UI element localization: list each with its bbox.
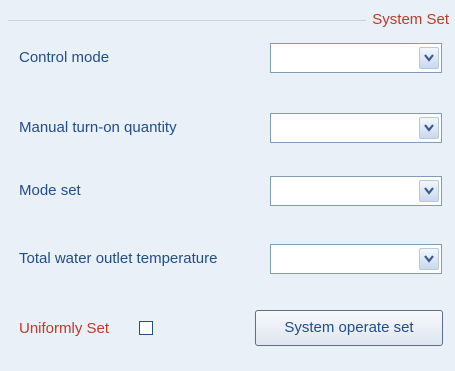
total-water-outlet-temperature-label: Total water outlet temperature: [19, 250, 218, 267]
chevron-down-icon[interactable]: [419, 47, 439, 69]
total-water-outlet-temperature-select[interactable]: [270, 244, 442, 274]
manual-turn-on-quantity-label: Manual turn-on quantity: [19, 119, 177, 136]
chevron-down-icon[interactable]: [419, 180, 439, 202]
uniformly-set-label: Uniformly Set: [19, 320, 110, 337]
manual-turn-on-quantity-select[interactable]: [270, 113, 442, 143]
group-title: System Set: [366, 10, 449, 30]
mode-set-label: Mode set: [19, 182, 81, 199]
chevron-down-icon[interactable]: [419, 117, 439, 139]
uniformly-set-checkbox[interactable]: [139, 321, 153, 335]
system-set-panel: System Set Control mode Manual turn-on q…: [0, 0, 455, 371]
system-operate-set-button[interactable]: System operate set: [255, 310, 443, 346]
mode-set-select[interactable]: [270, 176, 442, 206]
chevron-down-icon[interactable]: [419, 248, 439, 270]
control-mode-label: Control mode: [19, 49, 110, 66]
control-mode-select[interactable]: [270, 43, 442, 73]
